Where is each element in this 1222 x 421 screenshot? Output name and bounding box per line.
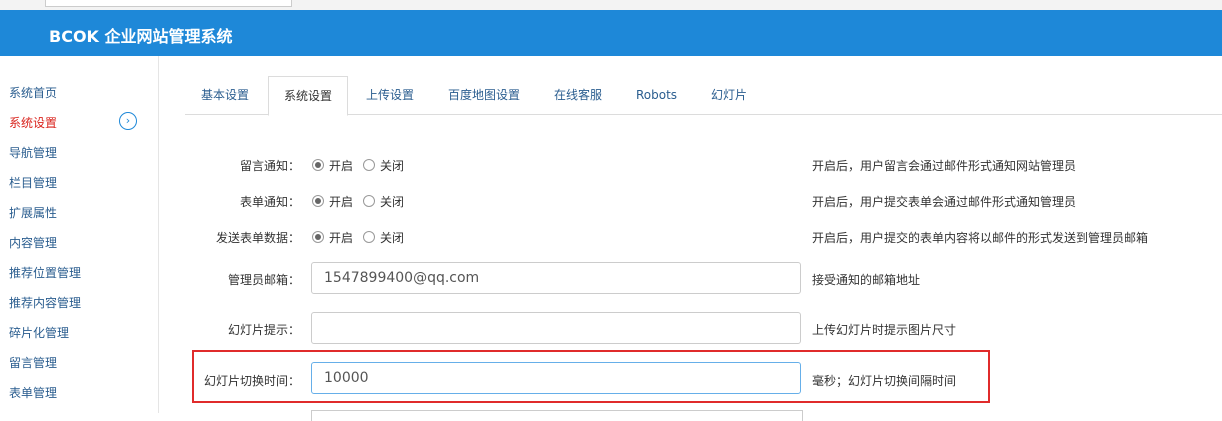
sidebar-item-extended-attributes[interactable]: 扩展属性 xyxy=(9,204,57,221)
send-form-data-off-radio[interactable]: 关闭 xyxy=(363,229,404,246)
sidebar-item-home[interactable]: 系统首页 xyxy=(9,84,57,101)
tab-slideshow[interactable]: 幻灯片 xyxy=(711,76,747,114)
form-notify-hint: 开启后，用户提交表单会通过邮件形式通知管理员 xyxy=(812,195,1077,209)
next-field-partial[interactable] xyxy=(311,410,803,421)
slide-tip-label: 幻灯片提示： xyxy=(227,323,300,337)
sidebar-item-columns[interactable]: 栏目管理 xyxy=(9,174,57,191)
radio-unchecked-icon xyxy=(363,231,375,243)
slide-tip-hint: 上传幻灯片时提示图片尺寸 xyxy=(812,323,957,337)
form-notify-label: 表单通知： xyxy=(239,195,300,209)
browser-field xyxy=(45,0,292,7)
send-form-data-on-radio[interactable]: 开启 xyxy=(312,229,353,246)
sidebar-item-recommend-content[interactable]: 推荐内容管理 xyxy=(9,294,81,311)
form-notify-off-radio[interactable]: 关闭 xyxy=(363,193,404,210)
radio-unchecked-icon xyxy=(363,159,375,171)
tab-system-settings[interactable]: 系统设置 xyxy=(268,76,348,116)
settings-tabs: 基本设置 系统设置 上传设置 百度地图设置 在线客服 Robots 幻灯片 xyxy=(185,76,1222,116)
radio-checked-icon xyxy=(312,159,324,171)
message-notify-hint: 开启后，用户留言会通过邮件形式通知网站管理员 xyxy=(812,159,1077,173)
radio-unchecked-icon xyxy=(363,195,375,207)
browser-strip xyxy=(0,0,1222,10)
sidebar-item-system-settings[interactable]: 系统设置 xyxy=(9,114,57,131)
tab-basic-settings[interactable]: 基本设置 xyxy=(201,76,249,114)
sidebar-item-content[interactable]: 内容管理 xyxy=(9,234,57,251)
admin-email-label: 管理员邮箱： xyxy=(227,273,300,287)
tab-online-service[interactable]: 在线客服 xyxy=(554,76,602,114)
message-notify-off-radio[interactable]: 关闭 xyxy=(363,157,404,174)
tab-robots[interactable]: Robots xyxy=(636,76,677,114)
sidebar-item-recommend-positions[interactable]: 推荐位置管理 xyxy=(9,264,81,281)
radio-checked-icon xyxy=(312,195,324,207)
slide-tip-field[interactable] xyxy=(311,312,801,344)
send-form-data-hint: 开启后，用户提交的表单内容将以邮件的形式发送到管理员邮箱 xyxy=(812,231,1149,245)
slide-interval-hint: 毫秒；幻灯片切换间隔时间 xyxy=(812,374,957,388)
slide-interval-field[interactable]: 10000 xyxy=(311,362,801,394)
message-notify-on-radio[interactable]: 开启 xyxy=(312,157,353,174)
sidebar: 系统首页 系统设置 › 导航管理 栏目管理 扩展属性 内容管理 推荐位置管理 推… xyxy=(0,56,159,413)
message-notify-label: 留言通知： xyxy=(239,159,300,173)
form-notify-on-radio[interactable]: 开启 xyxy=(312,193,353,210)
sidebar-item-forms[interactable]: 表单管理 xyxy=(9,384,57,401)
slide-interval-label: 幻灯片切换时间： xyxy=(203,374,300,388)
sidebar-item-messages[interactable]: 留言管理 xyxy=(9,354,57,371)
app-header: BCOK 企业网站管理系统 xyxy=(0,10,1222,56)
radio-checked-icon xyxy=(312,231,324,243)
admin-email-field[interactable]: 1547899400@qq.com xyxy=(311,262,801,294)
tab-baidu-map-settings[interactable]: 百度地图设置 xyxy=(448,76,520,114)
chevron-right-icon[interactable]: › xyxy=(119,112,137,130)
admin-email-hint: 接受通知的邮箱地址 xyxy=(812,273,921,287)
send-form-data-label: 发送表单数据： xyxy=(215,231,300,245)
sidebar-item-fragments[interactable]: 碎片化管理 xyxy=(9,324,69,341)
tab-upload-settings[interactable]: 上传设置 xyxy=(366,76,414,114)
sidebar-item-navigation[interactable]: 导航管理 xyxy=(9,144,57,161)
app-title: BCOK 企业网站管理系统 xyxy=(49,27,233,46)
